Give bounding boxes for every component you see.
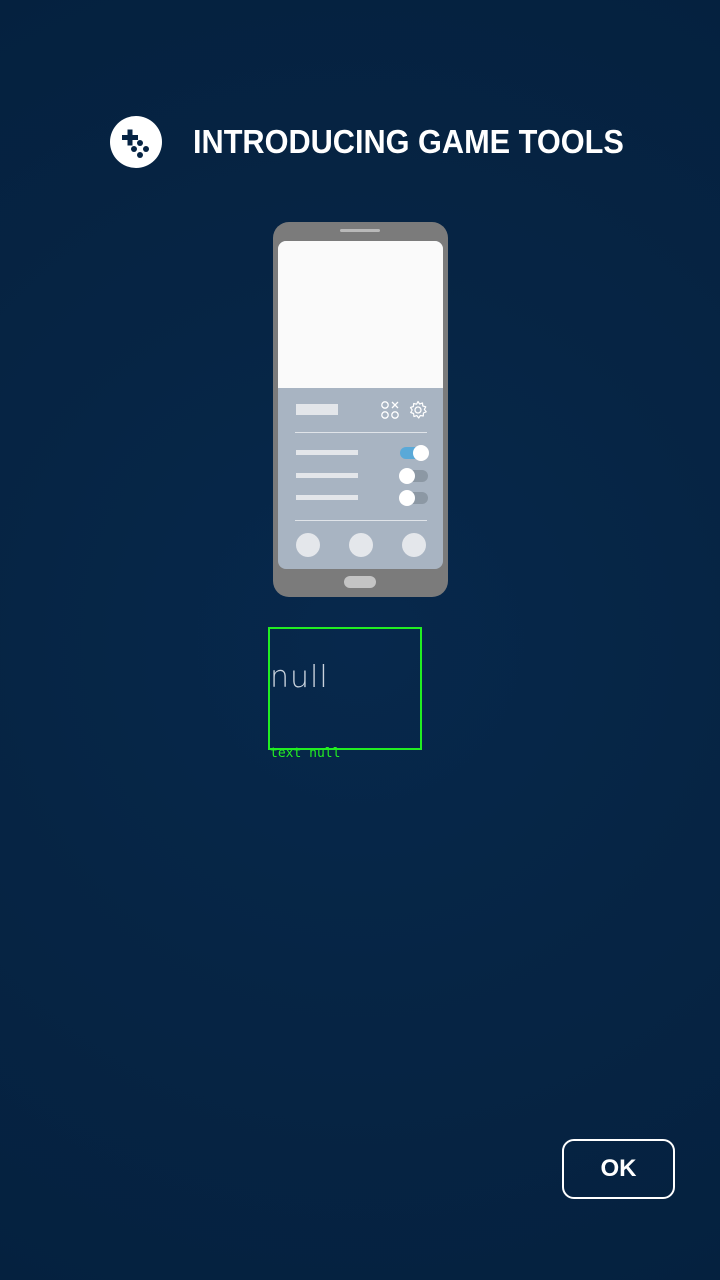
phone-speaker: [340, 229, 380, 232]
game-tools-icon: [380, 400, 400, 420]
setting-row-label: [296, 473, 358, 478]
toggle-knob: [399, 468, 415, 484]
toggle-knob: [413, 445, 429, 461]
debug-caption: text null: [270, 746, 341, 761]
game-tools-intro-screen: INTRODUCING GAME TOOLS null text null OK: [0, 0, 720, 1280]
game-controller-icon: [110, 116, 162, 168]
panel-title-placeholder: [296, 404, 338, 415]
description-text: null: [270, 660, 329, 695]
phone-illustration: [273, 222, 448, 597]
gear-icon: [408, 400, 428, 420]
panel-divider-top: [295, 432, 427, 433]
toggle-knob: [399, 490, 415, 506]
setting-row-label: [296, 450, 358, 455]
page-title: INTRODUCING GAME TOOLS: [193, 123, 624, 160]
phone-home-button: [344, 576, 376, 588]
header: INTRODUCING GAME TOOLS: [110, 115, 656, 169]
setting-toggle-on: [400, 445, 429, 461]
setting-toggle-off: [399, 468, 428, 484]
panel-shortcut-circle: [349, 533, 373, 557]
panel-divider-bottom: [295, 520, 427, 521]
game-preview-area: [278, 241, 443, 388]
panel-shortcut-circle: [296, 533, 320, 557]
panel-shortcut-circle: [402, 533, 426, 557]
ok-button[interactable]: OK: [562, 1139, 675, 1199]
phone-screen: [278, 241, 443, 569]
setting-row-label: [296, 495, 358, 500]
setting-toggle-off: [399, 490, 428, 506]
